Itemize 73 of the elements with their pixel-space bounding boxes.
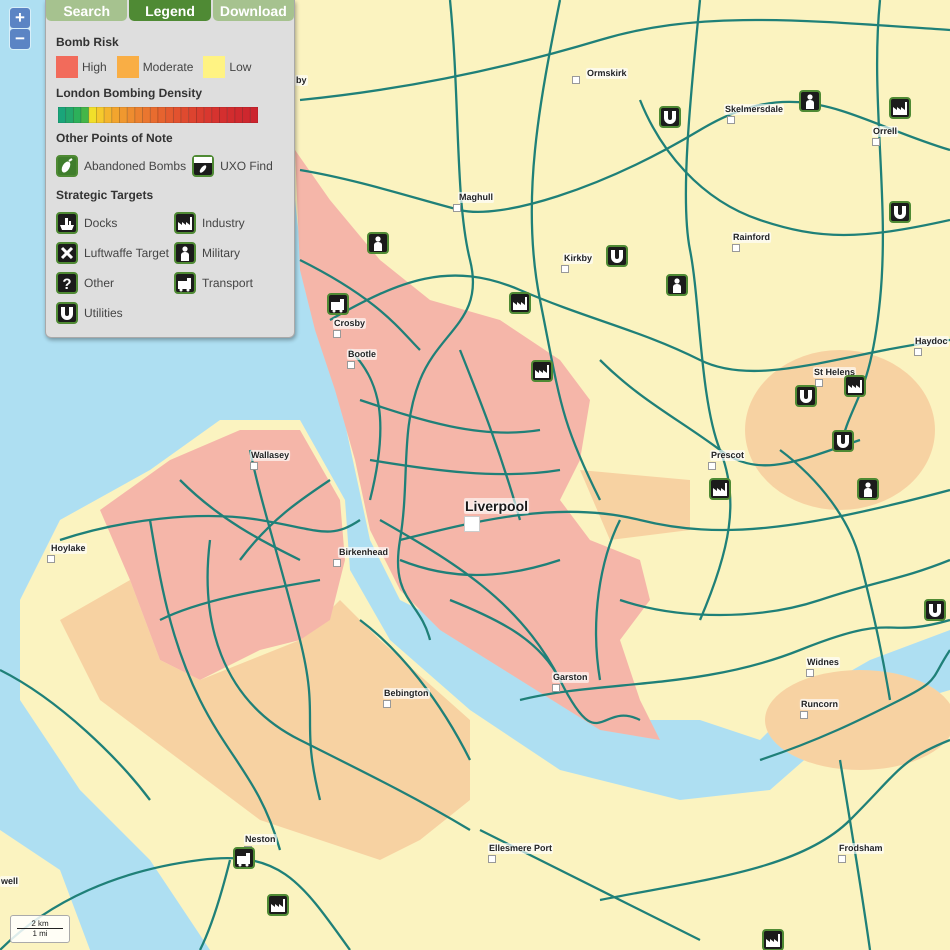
scale-label: 2 km [17, 919, 63, 929]
legend-label: Industry [202, 216, 245, 230]
town-marker-icon [47, 555, 55, 563]
place-label: Widnes [806, 657, 840, 668]
section-title: Other Points of Note [56, 131, 174, 145]
bomb-icon [56, 155, 78, 177]
soldier-icon[interactable] [666, 274, 688, 296]
cross-icon [56, 242, 78, 264]
town-marker-icon [347, 361, 355, 369]
town-marker-icon [488, 855, 496, 863]
tab[interactable]: Download [212, 0, 294, 21]
magnet-icon[interactable] [606, 245, 628, 267]
soldier-icon [174, 242, 196, 264]
town-marker-icon [383, 700, 391, 708]
section-title: Strategic Targets [56, 188, 154, 202]
bomb-icon [192, 155, 214, 177]
legend-label: Luftwaffe Target [84, 246, 169, 260]
ship-icon [56, 212, 78, 234]
town-marker-icon [333, 559, 341, 567]
legend-label: Utilities [84, 306, 123, 320]
magnet-icon [56, 302, 78, 324]
town-marker-icon [708, 462, 716, 470]
town-marker-icon [732, 244, 740, 252]
magnet-icon[interactable] [795, 385, 817, 407]
town-marker-icon [572, 76, 580, 84]
train-icon[interactable] [327, 293, 349, 315]
soldier-icon[interactable] [799, 90, 821, 112]
magnet-icon[interactable] [889, 201, 911, 223]
magnet-icon[interactable] [659, 106, 681, 128]
legend-label: Low [229, 60, 252, 74]
soldier-icon[interactable] [857, 478, 879, 500]
factory-icon[interactable] [531, 360, 553, 382]
town-marker-icon [800, 711, 808, 719]
legend-label: Docks [84, 216, 118, 230]
town-marker-icon [727, 116, 735, 124]
town-marker-icon [838, 855, 846, 863]
factory-icon[interactable] [267, 894, 289, 916]
town-marker-icon [806, 669, 814, 677]
magnet-icon[interactable] [832, 430, 854, 452]
zoom-in-button[interactable]: + [10, 8, 30, 28]
factory-icon[interactable] [762, 929, 784, 950]
section-title: London Bombing Density [56, 86, 203, 100]
legend-label: High [82, 60, 107, 74]
question-mark-icon: ? [56, 272, 78, 294]
factory-icon[interactable] [844, 375, 866, 397]
magnet-icon[interactable] [924, 599, 946, 621]
town-marker-icon [552, 684, 560, 692]
town-marker-icon [453, 204, 461, 212]
legend-label: Abandoned Bombs [84, 159, 186, 173]
factory-icon[interactable] [889, 97, 911, 119]
scale-label: 1 mi [31, 929, 49, 938]
factory-icon[interactable] [509, 292, 531, 314]
section-title: Bomb Risk [56, 35, 120, 49]
town-marker-icon [561, 265, 569, 273]
town-marker-icon [464, 516, 480, 532]
train-icon[interactable] [233, 847, 255, 869]
tab[interactable]: Search [46, 0, 128, 21]
factory-icon[interactable] [709, 478, 731, 500]
legend-label: UXO Find [220, 159, 273, 173]
town-marker-icon [250, 462, 258, 470]
train-icon [174, 272, 196, 294]
factory-icon [174, 212, 196, 234]
town-marker-icon [815, 379, 823, 387]
legend-label: Moderate [142, 60, 194, 74]
town-marker-icon [914, 348, 922, 356]
soldier-icon[interactable] [367, 232, 389, 254]
legend-label: Other [84, 276, 114, 290]
legend-label: Military [202, 246, 240, 260]
tab[interactable]: Legend [129, 0, 211, 21]
zoom-out-button[interactable]: − [10, 29, 30, 49]
town-marker-icon [333, 330, 341, 338]
legend-label: Transport [202, 276, 253, 290]
town-marker-icon [872, 138, 880, 146]
